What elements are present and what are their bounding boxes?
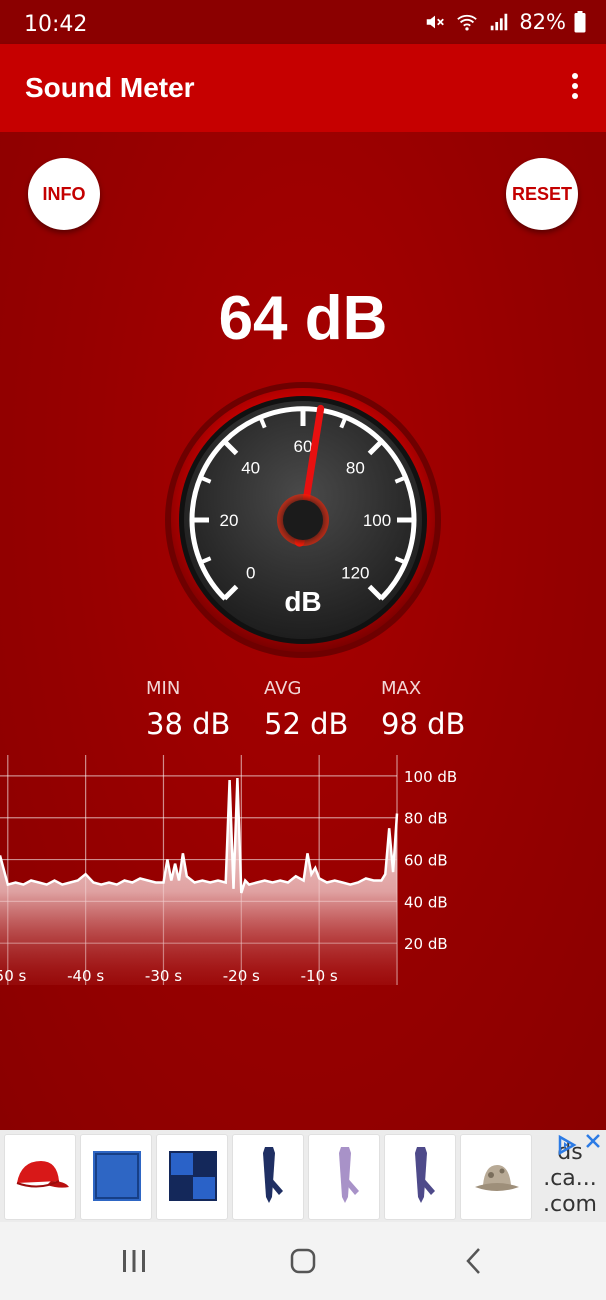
- gauge-scale-label: 80: [346, 459, 365, 478]
- chart-x-tick-label: -30 s: [145, 967, 182, 985]
- bucket-hat-ad[interactable]: [460, 1134, 532, 1220]
- more-vert-icon[interactable]: [566, 70, 584, 106]
- history-chart: 20 dB 40 dB 60 dB 80 dB 100 dB -50 s -40 s -30…: [0, 755, 457, 985]
- stat-avg-label: AVG: [264, 678, 302, 699]
- back-icon[interactable]: [461, 1247, 489, 1275]
- stat-max: MAX 98 dB: [381, 678, 465, 741]
- ad-banner[interactable]: ds .ca... .com: [0, 1130, 606, 1222]
- bucket-hat-icon: [475, 1165, 519, 1191]
- blue-pocket-square-ad[interactable]: [80, 1134, 152, 1220]
- chart-line: [0, 777, 399, 894]
- stat-max-value: 98 dB: [381, 707, 466, 741]
- status-time: 10:42: [24, 12, 88, 37]
- gauge-scale-label: 60: [294, 437, 313, 456]
- stat-min: MIN 38 dB: [146, 678, 230, 741]
- sound-gauge: 0 20 40 60 80 100 120 dB: [165, 382, 441, 658]
- gauge-scale-label: 100: [363, 511, 391, 530]
- chart-y-tick-label: 60 dB: [404, 852, 448, 870]
- stat-avg: AVG 52 dB: [264, 678, 348, 741]
- tie-icon: [339, 1147, 359, 1203]
- stat-avg-value: 52 dB: [264, 707, 349, 741]
- chart-y-labels: 20 dB 40 dB 60 dB 80 dB 100 dB: [404, 768, 457, 953]
- gauge-scale-label: 20: [220, 511, 239, 530]
- info-button[interactable]: INFO: [28, 158, 100, 230]
- navy-pocket-square-ad[interactable]: [156, 1134, 228, 1220]
- tie-icon: [263, 1147, 283, 1203]
- gauge-scale-label: 40: [241, 459, 260, 478]
- stat-max-label: MAX: [381, 678, 422, 699]
- tie-icon: [415, 1147, 435, 1203]
- reset-button[interactable]: RESET: [506, 158, 578, 230]
- chart-x-tick-label: -50 s: [0, 967, 27, 985]
- gauge-unit: dB: [284, 586, 321, 617]
- app-title: Sound Meter: [25, 72, 195, 103]
- battery-icon: [574, 11, 586, 33]
- nav-bar: [0, 1222, 606, 1300]
- chart-y-tick-label: 80 dB: [404, 810, 448, 828]
- gauge-scale-label: 0: [246, 563, 255, 582]
- pocket-square-icon: [93, 1151, 141, 1201]
- current-reading: 64 dB: [218, 284, 388, 353]
- chart-y-tick-label: 20 dB: [404, 935, 448, 953]
- stat-min-value: 38 dB: [146, 707, 231, 741]
- stat-min-label: MIN: [146, 678, 181, 699]
- status-icons: 82%: [423, 10, 586, 34]
- gauge-hub: [283, 500, 323, 540]
- battery-percent: 82%: [519, 10, 566, 34]
- chart-x-tick-label: -40 s: [67, 967, 104, 985]
- chart-y-tick-label: 100 dB: [404, 768, 457, 786]
- home-icon[interactable]: [289, 1247, 317, 1275]
- ad-close-icon[interactable]: [584, 1132, 602, 1150]
- purple-tie-ad[interactable]: [384, 1134, 456, 1220]
- gauge-scale-label: 120: [341, 563, 369, 582]
- chart-x-tick-label: -10 s: [301, 967, 338, 985]
- mute-icon: [427, 15, 445, 29]
- red-cap-icon: [16, 1161, 69, 1188]
- red-cap-ad[interactable]: [4, 1134, 76, 1220]
- app-bar: Sound Meter: [0, 44, 606, 132]
- status-bar: 10:42 82%: [0, 0, 606, 44]
- wifi-icon: [457, 14, 478, 31]
- signal-icon: [491, 13, 508, 31]
- chart-y-tick-label: 40 dB: [404, 893, 448, 911]
- recent-apps-icon[interactable]: [120, 1247, 148, 1275]
- lavender-tie-ad[interactable]: [308, 1134, 380, 1220]
- chart-x-tick-label: -20 s: [223, 967, 260, 985]
- pocket-square-icon: [169, 1151, 217, 1201]
- navy-tie-ad[interactable]: [232, 1134, 304, 1220]
- adchoices-icon[interactable]: [556, 1134, 578, 1156]
